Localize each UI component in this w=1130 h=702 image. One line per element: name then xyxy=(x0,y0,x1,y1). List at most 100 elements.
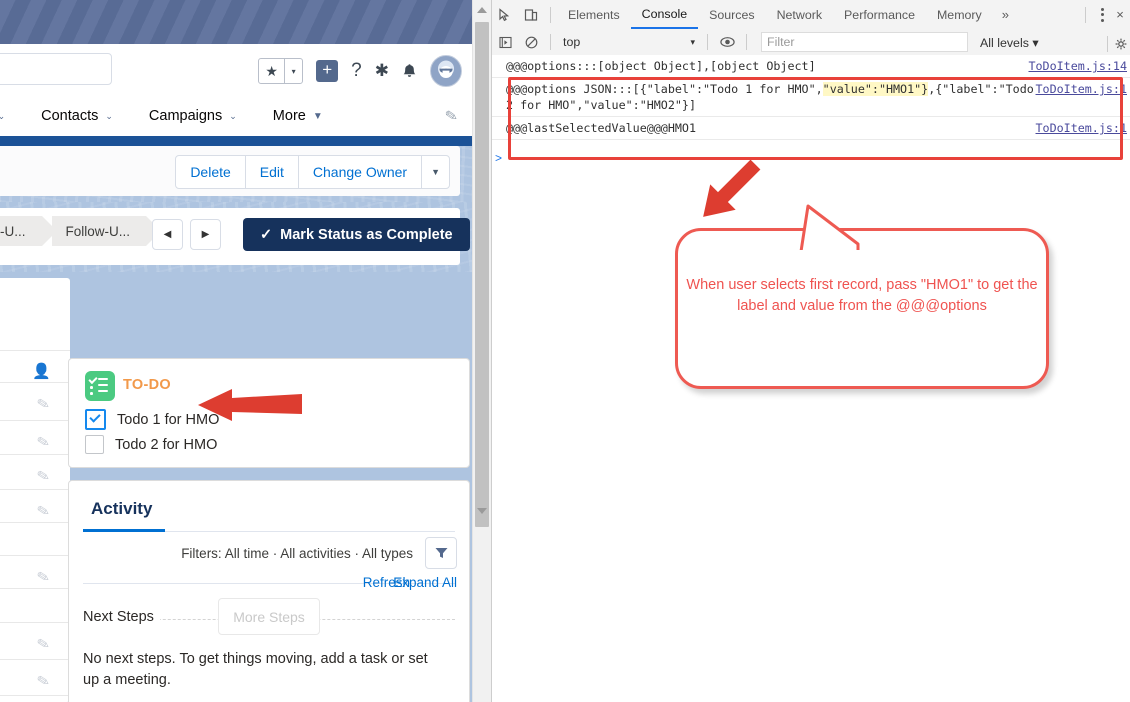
divider xyxy=(1107,35,1108,52)
chevron-down-icon: ⌄ xyxy=(229,110,237,121)
tab-activity[interactable]: Activity xyxy=(91,499,152,519)
todo-checklist-icon xyxy=(85,371,115,401)
favorites-star-icon[interactable]: ★ xyxy=(259,59,284,83)
search-input[interactable] xyxy=(0,53,112,85)
todo-checkbox-unchecked[interactable] xyxy=(85,435,104,454)
tab-active-indicator xyxy=(83,529,165,532)
detail-row xyxy=(0,322,70,351)
detail-row xyxy=(0,696,70,702)
screenshot-root: ★ ▾ + ? ✱ ces ⌄ C xyxy=(0,0,1130,702)
todo-icon-dot xyxy=(90,386,93,389)
breadcrumb-step[interactable]: Follow-U... xyxy=(51,216,161,246)
help-icon[interactable]: ? xyxy=(351,60,362,82)
nav-item-campaigns[interactable]: Campaigns ⌄ xyxy=(131,108,255,124)
edit-pencil-icon[interactable]: ✎ xyxy=(36,634,52,654)
tab-elements[interactable]: Elements xyxy=(557,1,631,29)
devtools-tab-bar: Elements Console Sources Network Perform… xyxy=(492,0,1130,30)
breadcrumb-step[interactable]: -U... xyxy=(0,216,56,246)
more-steps-button[interactable]: More Steps xyxy=(218,598,320,635)
detail-row: ✎ xyxy=(0,383,70,421)
path-prev-button[interactable]: ◀ xyxy=(152,219,183,250)
todo-list-item[interactable]: Todo 2 for HMO xyxy=(85,435,217,454)
execution-context-select[interactable]: top ▾ xyxy=(563,33,701,51)
execute-icon[interactable] xyxy=(492,28,518,57)
global-create-icon[interactable]: + xyxy=(316,60,339,82)
record-action-buttons: Delete Edit Change Owner ▼ xyxy=(175,155,450,189)
annotation-arrow-todo xyxy=(198,389,302,421)
record-accent-bar xyxy=(0,136,472,146)
nav-item-contacts[interactable]: Contacts ⌄ xyxy=(23,108,131,124)
tab-console[interactable]: Console xyxy=(630,0,699,29)
salesforce-scrollbar[interactable] xyxy=(472,0,491,702)
favorites-dropdown-icon[interactable]: ▾ xyxy=(284,59,302,83)
app-navigation: ces ⌄ Contacts ⌄ Campaigns ⌄ More ▼ xyxy=(0,96,341,136)
setup-gear-icon[interactable]: ✱ xyxy=(375,61,389,81)
detail-row xyxy=(0,278,70,322)
edit-pencil-icon[interactable]: ✎ xyxy=(444,106,459,126)
favorites-button-group[interactable]: ★ ▾ xyxy=(258,58,304,84)
console-line[interactable]: @@@options:::[object Object],[object Obj… xyxy=(492,55,1130,78)
execution-context-value: top xyxy=(563,35,581,49)
divider xyxy=(1085,6,1086,23)
salesforce-top-banner xyxy=(0,0,472,44)
clear-console-icon[interactable] xyxy=(518,28,544,57)
nav-item-label: Contacts xyxy=(41,108,99,124)
more-tabs-icon[interactable]: » xyxy=(993,7,1018,22)
tab-memory[interactable]: Memory xyxy=(926,1,993,29)
edit-pencil-icon[interactable]: ✎ xyxy=(36,567,52,587)
change-owner-button[interactable]: Change Owner xyxy=(297,156,421,188)
todo-checkbox-checked[interactable] xyxy=(85,409,106,430)
check-icon: ✓ xyxy=(260,226,273,243)
delete-button[interactable]: Delete xyxy=(176,156,244,188)
expand-all-link[interactable]: Expand All xyxy=(393,575,457,590)
record-detail-column: 👤 ✎ ✎ ✎ ✎ ✎ ✎ ✎ xyxy=(0,278,70,702)
settings-icon[interactable] xyxy=(1114,29,1128,58)
edit-pencil-icon[interactable]: ✎ xyxy=(36,466,52,486)
divider xyxy=(550,6,551,23)
next-steps-label: Next Steps xyxy=(83,609,160,625)
salesforce-pane: ★ ▾ + ? ✱ ces ⌄ C xyxy=(0,0,472,702)
chevron-down-icon: ▾ xyxy=(690,36,695,47)
console-toolbar-right xyxy=(1101,29,1128,58)
activity-filters-label: Filters: All time · All activities · All… xyxy=(181,546,413,561)
close-icon[interactable]: × xyxy=(1112,0,1128,29)
mark-status-complete-button[interactable]: ✓ Mark Status as Complete xyxy=(243,218,470,251)
scrollbar-thumb[interactable] xyxy=(475,22,489,527)
filter-icon[interactable] xyxy=(425,537,457,569)
edit-button[interactable]: Edit xyxy=(244,156,298,188)
scroll-up-arrow-icon[interactable] xyxy=(477,7,487,13)
tab-performance[interactable]: Performance xyxy=(833,1,926,29)
console-prompt-icon[interactable]: > xyxy=(495,151,502,165)
detail-row: ✎ xyxy=(0,455,70,490)
salesforce-nav-row: ces ⌄ Contacts ⌄ Campaigns ⌄ More ▼ ✎ xyxy=(0,96,472,136)
scroll-down-arrow-icon[interactable] xyxy=(477,508,487,514)
toggle-device-toolbar-icon[interactable] xyxy=(518,0,544,29)
nav-item-more[interactable]: More ▼ xyxy=(255,108,341,124)
notifications-bell-icon[interactable] xyxy=(402,63,417,79)
live-expression-eye-icon[interactable] xyxy=(714,28,740,57)
inspect-element-icon[interactable] xyxy=(492,0,518,29)
edit-pencil-icon[interactable]: ✎ xyxy=(36,432,52,452)
record-path-strip: -U... Follow-U... ◀ ▶ ✓ Mark Status as C… xyxy=(0,202,472,272)
edit-pencil-icon[interactable]: ✎ xyxy=(36,501,52,521)
more-actions-dropdown-icon[interactable]: ▼ xyxy=(421,156,449,188)
log-levels-select[interactable]: All levels ▾ xyxy=(980,35,1039,50)
detail-row: ✎ xyxy=(0,623,70,660)
more-options-icon[interactable] xyxy=(1092,7,1112,22)
console-filter-input[interactable]: Filter xyxy=(761,32,968,52)
tab-network[interactable]: Network xyxy=(766,1,833,29)
edit-pencil-icon[interactable]: ✎ xyxy=(36,671,52,691)
nav-item-ces[interactable]: ces ⌄ xyxy=(0,108,23,124)
detail-row: ✎ xyxy=(0,421,70,455)
nav-item-label: More xyxy=(272,108,306,124)
path-next-button[interactable]: ▶ xyxy=(190,219,221,250)
edit-pencil-icon[interactable]: ✎ xyxy=(36,394,52,414)
tab-sources[interactable]: Sources xyxy=(698,1,765,29)
console-toolbar: top ▾ Filter All levels ▾ xyxy=(492,29,1130,56)
avatar[interactable] xyxy=(430,55,462,87)
console-message-text: @@@options:::[object Object],[object Obj… xyxy=(506,59,816,73)
global-actions: ★ ▾ + ? ✱ xyxy=(258,54,462,88)
no-next-steps-text: No next steps. To get things moving, add… xyxy=(83,651,428,688)
mark-status-complete-label: Mark Status as Complete xyxy=(280,226,453,243)
console-source-link[interactable]: ToDoItem.js:14 xyxy=(1028,58,1127,74)
